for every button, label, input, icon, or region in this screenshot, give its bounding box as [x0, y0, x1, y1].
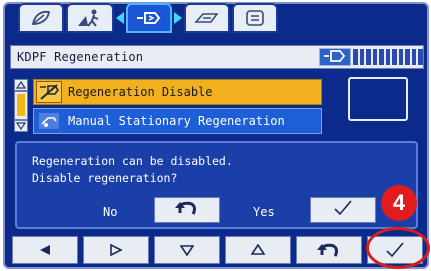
- dialog-message-line1: Regeneration can be disabled.: [32, 154, 233, 168]
- status-icon-box: [319, 48, 351, 66]
- tool-icon: [193, 10, 221, 26]
- dialog-message-line2: Disable regeneration?: [32, 171, 178, 185]
- regeneration-disable-icon: [36, 81, 62, 103]
- leaf-icon: [30, 9, 52, 27]
- back-icon: [317, 243, 338, 257]
- list-icon: [244, 9, 266, 27]
- no-label: No: [103, 205, 118, 219]
- exhaust-filter-icon: [323, 48, 347, 67]
- no-button[interactable]: [154, 197, 220, 223]
- scroll-down-button[interactable]: [14, 120, 28, 132]
- back-icon: [174, 199, 200, 221]
- yes-button[interactable]: [310, 197, 376, 223]
- preview-panel: [348, 77, 408, 121]
- left-button[interactable]: [12, 236, 78, 264]
- page-title: KDPF Regeneration: [17, 50, 144, 64]
- tab-bar: [18, 3, 318, 35]
- scrollbar[interactable]: [14, 91, 28, 120]
- tab-eco[interactable]: [18, 3, 64, 33]
- scroll-up-button[interactable]: [14, 79, 28, 91]
- scrollbar-thumb[interactable]: [17, 94, 25, 116]
- tab-menu[interactable]: [232, 3, 278, 33]
- arrow-down-icon: [180, 245, 194, 256]
- down-button[interactable]: [154, 236, 220, 264]
- exhaust-filter-icon: [135, 10, 163, 26]
- triangle-up-icon: [16, 81, 26, 89]
- list-item-manual-regeneration[interactable]: Manual Stationary Regeneration: [33, 108, 322, 134]
- arrow-up-icon: [251, 244, 265, 255]
- yes-label: Yes: [253, 205, 275, 219]
- list-item-label: Regeneration Disable: [68, 85, 213, 99]
- tab-regeneration[interactable]: [126, 3, 172, 33]
- triangle-down-icon: [16, 122, 26, 130]
- bottom-button-bar: [10, 236, 424, 264]
- right-button[interactable]: [83, 236, 149, 264]
- arrow-right-icon: [110, 244, 123, 256]
- tab-scroll-left-icon[interactable]: [116, 12, 124, 24]
- tab-maintenance[interactable]: [184, 3, 230, 33]
- tab-scroll-right-icon[interactable]: [174, 12, 182, 24]
- back-button[interactable]: [296, 236, 362, 264]
- tab-operator[interactable]: [66, 3, 114, 33]
- arrow-left-icon: [40, 245, 50, 255]
- list-item-regeneration-disable[interactable]: Regeneration Disable: [33, 79, 322, 105]
- header: KDPF Regeneration: [10, 45, 424, 69]
- manual-regeneration-icon: [36, 110, 62, 132]
- step-number-badge: 4: [381, 185, 417, 221]
- up-button[interactable]: [225, 236, 291, 264]
- person-walking-icon: [76, 8, 104, 28]
- highlight-ring: [366, 227, 430, 269]
- confirm-dialog: Regeneration can be disabled. Disable re…: [15, 141, 418, 229]
- checkmark-icon: [332, 199, 354, 221]
- level-gauge: [353, 49, 424, 65]
- list-item-label: Manual Stationary Regeneration: [68, 114, 285, 128]
